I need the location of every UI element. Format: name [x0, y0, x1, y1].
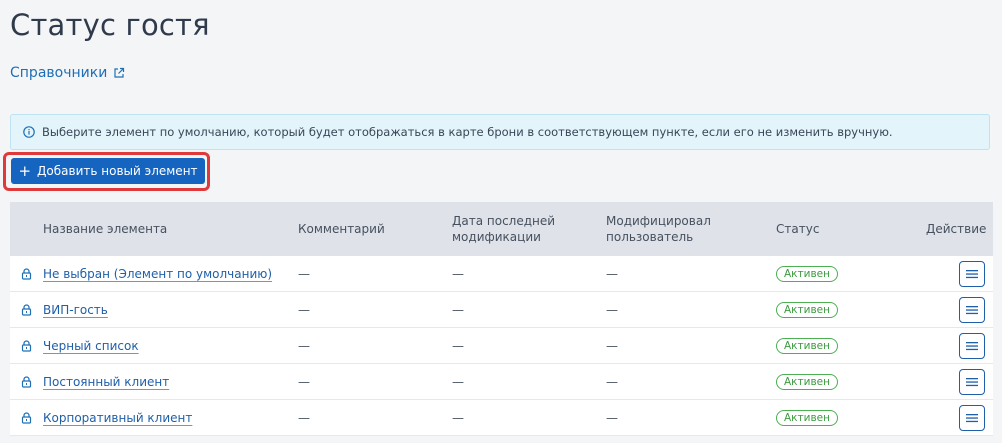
- info-banner: Выберите элемент по умолчанию, который б…: [10, 114, 990, 150]
- element-name-link[interactable]: Не выбран (Элемент по умолчанию): [43, 267, 272, 281]
- element-name-link[interactable]: Черный список: [43, 339, 139, 353]
- breadcrumb-link[interactable]: Справочники: [10, 65, 125, 81]
- user-cell: —: [606, 302, 618, 317]
- column-header-name: Название элемента: [43, 222, 168, 236]
- comment-cell: —: [298, 338, 310, 353]
- lock-icon: [21, 267, 32, 280]
- page-title: Статус гостя: [10, 8, 210, 42]
- comment-cell: —: [298, 374, 310, 389]
- plus-icon: +: [18, 161, 32, 180]
- table-body: Не выбран (Элемент по умолчанию) — — — А…: [10, 256, 993, 436]
- elements-table: Название элемента Комментарий Дата после…: [10, 202, 993, 436]
- hamburger-menu-icon: [966, 413, 978, 422]
- info-text: Выберите элемент по умолчанию, который б…: [42, 125, 893, 139]
- comment-cell: —: [298, 302, 310, 317]
- breadcrumb-label: Справочники: [10, 65, 108, 81]
- user-cell: —: [606, 410, 618, 425]
- row-menu-button[interactable]: [959, 332, 985, 359]
- row-menu-button[interactable]: [959, 296, 985, 323]
- status-badge: Активен: [776, 301, 838, 318]
- status-badge: Активен: [776, 265, 838, 282]
- date-cell: —: [452, 302, 464, 317]
- lock-icon: [21, 375, 32, 388]
- row-menu-button[interactable]: [959, 368, 985, 395]
- row-menu-button[interactable]: [959, 404, 985, 431]
- row-menu-button[interactable]: [959, 260, 985, 287]
- hamburger-menu-icon: [966, 269, 978, 278]
- column-header-status: Статус: [776, 222, 820, 236]
- table-row: Постоянный клиент — — — Активен: [10, 364, 993, 400]
- lock-icon: [21, 339, 32, 352]
- date-cell: —: [452, 338, 464, 353]
- table-row: Корпоративный клиент — — — Активен: [10, 400, 993, 436]
- date-cell: —: [452, 266, 464, 281]
- user-cell: —: [606, 338, 618, 353]
- comment-cell: —: [298, 410, 310, 425]
- external-link-icon: [114, 67, 125, 78]
- column-header-action: Действие: [926, 222, 987, 236]
- table-header: Название элемента Комментарий Дата после…: [10, 202, 993, 256]
- element-name-link[interactable]: Корпоративный клиент: [43, 411, 192, 425]
- column-header-user: Модифицировал пользователь: [606, 214, 711, 244]
- hamburger-menu-icon: [966, 341, 978, 350]
- status-badge: Активен: [776, 337, 838, 354]
- column-header-date: Дата последней модификации: [452, 214, 556, 244]
- table-row: Не выбран (Элемент по умолчанию) — — — А…: [10, 256, 993, 292]
- info-icon: [23, 126, 35, 138]
- hamburger-menu-icon: [966, 305, 978, 314]
- lock-icon: [21, 411, 32, 424]
- date-cell: —: [452, 410, 464, 425]
- table-row: Черный список — — — Активен: [10, 328, 993, 364]
- comment-cell: —: [298, 266, 310, 281]
- table-row: ВИП-гость — — — Активен: [10, 292, 993, 328]
- user-cell: —: [606, 266, 618, 281]
- hamburger-menu-icon: [966, 377, 978, 386]
- lock-icon: [21, 303, 32, 316]
- add-element-label: Добавить новый элемент: [37, 164, 198, 178]
- user-cell: —: [606, 374, 618, 389]
- element-name-link[interactable]: Постоянный клиент: [43, 375, 169, 389]
- element-name-link[interactable]: ВИП-гость: [43, 303, 108, 317]
- add-element-button[interactable]: + Добавить новый элемент: [11, 158, 205, 184]
- column-header-comment: Комментарий: [298, 222, 385, 236]
- status-badge: Активен: [776, 409, 838, 426]
- date-cell: —: [452, 374, 464, 389]
- status-badge: Активен: [776, 373, 838, 390]
